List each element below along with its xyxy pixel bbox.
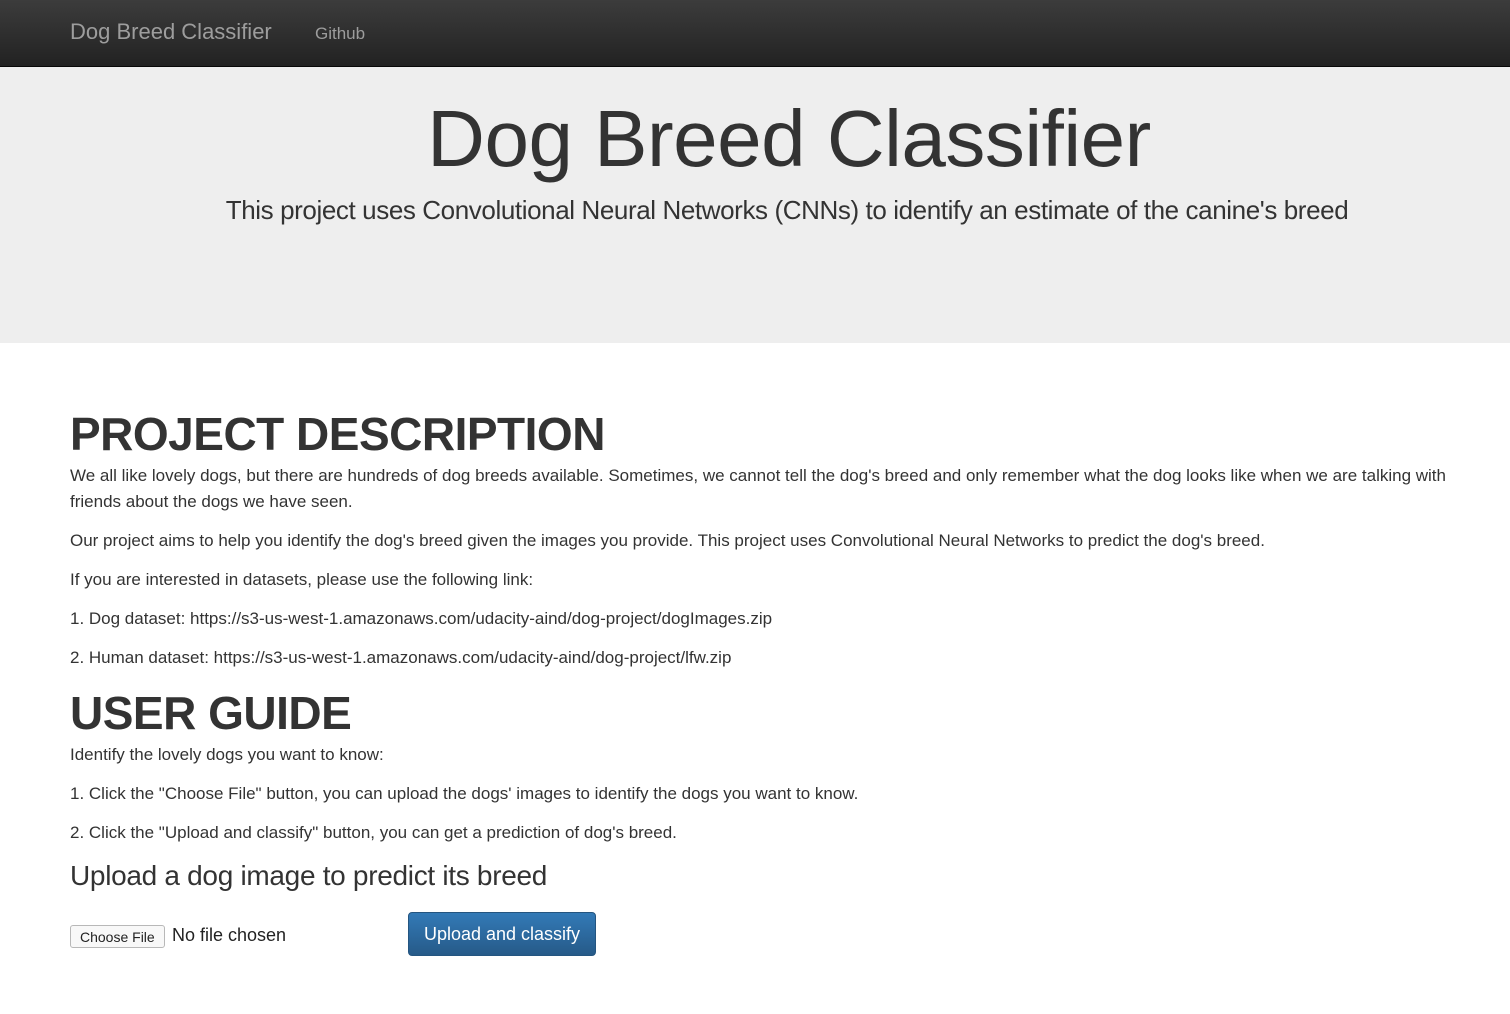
file-status-text: No file chosen	[172, 925, 287, 945]
upload-form: Choose File No file chosen Upload and cl…	[70, 912, 1485, 962]
human-dataset-link: 2. Human dataset: https://s3-us-west-1.a…	[70, 648, 732, 667]
dog-dataset-link: 1. Dog dataset: https://s3-us-west-1.ama…	[70, 609, 773, 628]
guide-intro: Identify the lovely dogs you want to kno…	[70, 745, 384, 764]
navbar: Dog Breed Classifier Github	[0, 0, 1510, 67]
page-subtitle: This project uses Convolutional Neural N…	[225, 195, 1349, 225]
datasets-intro: If you are interested in datasets, pleas…	[70, 570, 534, 589]
description-paragraph: We all like lovely dogs, but there are h…	[70, 466, 1446, 511]
description-paragraph: Our project aims to help you identify th…	[70, 531, 1265, 550]
jumbotron: Dog Breed Classifier This project uses C…	[0, 67, 1510, 343]
user-guide-heading: USER GUIDE	[70, 687, 352, 739]
page-title: Dog Breed Classifier	[427, 94, 1151, 183]
navbar-brand[interactable]: Dog Breed Classifier	[70, 19, 272, 45]
upload-title: Upload a dog image to predict its breed	[70, 860, 548, 891]
choose-file-button[interactable]: Choose File	[70, 925, 165, 948]
nav-link-github[interactable]: Github	[315, 24, 365, 44]
guide-step-2: 2. Click the "Upload and classify" butto…	[70, 823, 677, 842]
upload-and-classify-button[interactable]: Upload and classify	[408, 912, 596, 956]
main-content: PROJECT DESCRIPTION We all like lovely d…	[70, 405, 1485, 962]
project-description-heading: PROJECT DESCRIPTION	[70, 408, 605, 460]
guide-step-1: 1. Click the "Choose File" button, you c…	[70, 784, 859, 803]
